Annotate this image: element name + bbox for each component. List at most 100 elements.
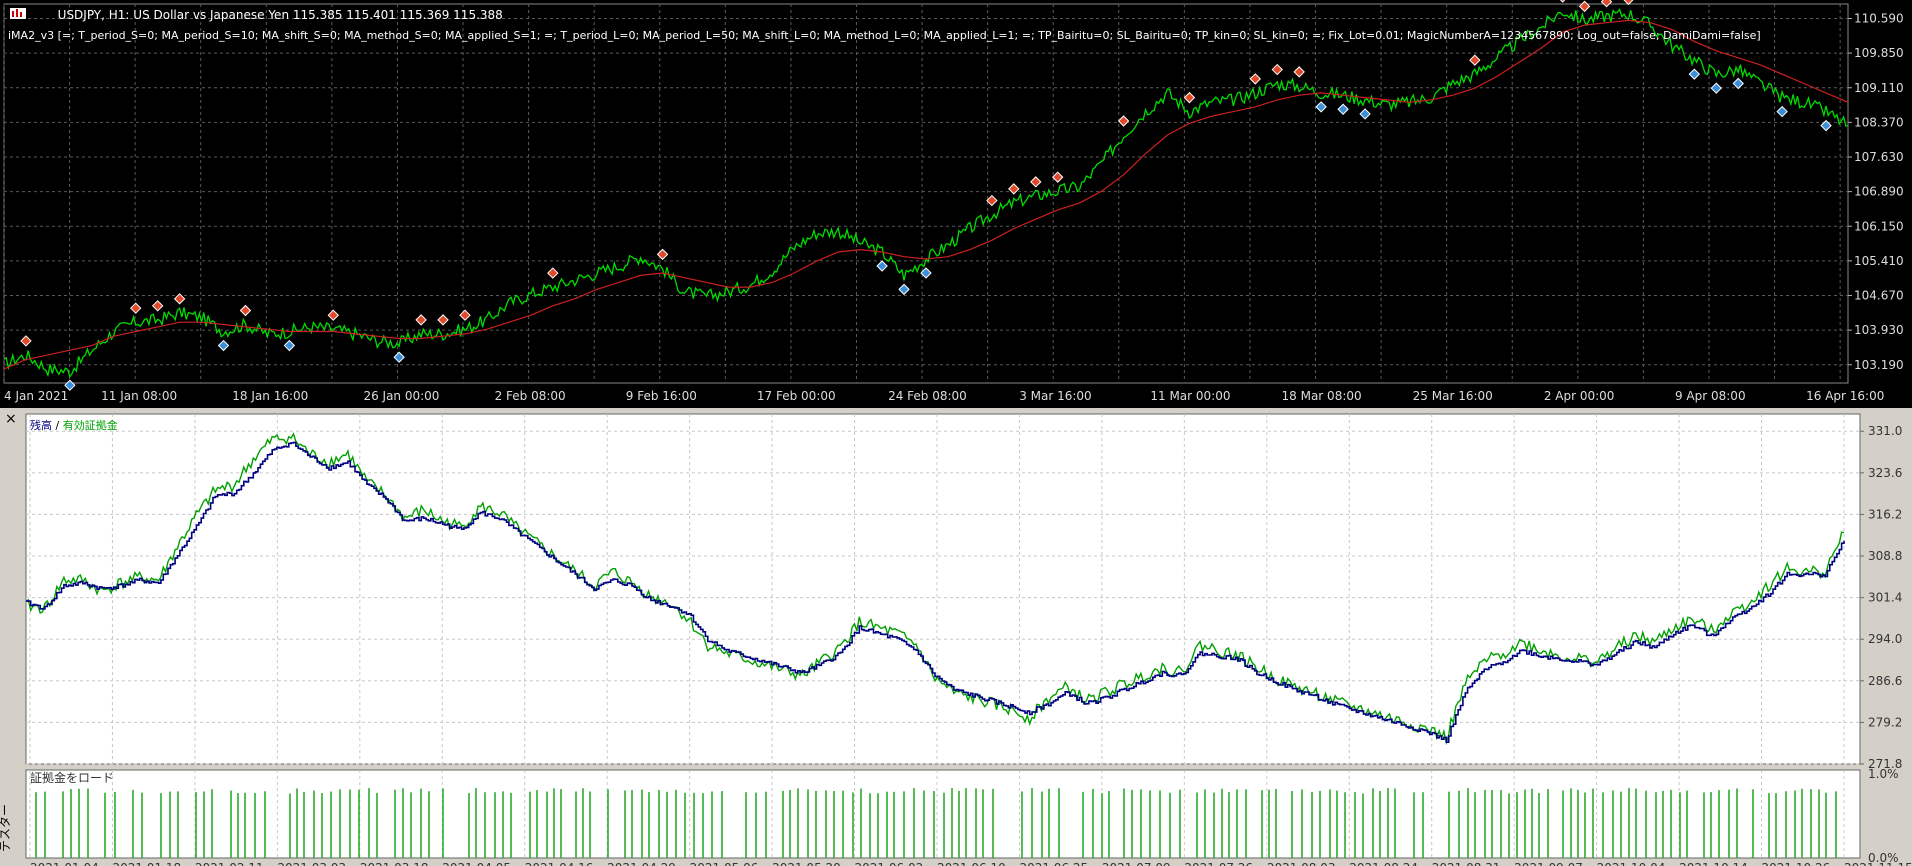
x-tick-label: 2021.07.26	[1184, 861, 1253, 866]
sell-marker	[1600, 0, 1613, 8]
y-tick-label: 107.630	[1854, 150, 1904, 164]
x-tick-label: 2021.08.03	[1267, 861, 1336, 866]
equity-plot-area	[25, 413, 1861, 765]
sell-arrow-icon	[437, 314, 449, 326]
x-tick-label: 2021.05.06	[690, 861, 759, 866]
x-tick-label: 2021.04.29	[607, 861, 676, 866]
indicator-params: iMA2_v3 [=; T_period_S=0; MA_period_S=10…	[8, 29, 1761, 42]
legend-equity: 有効証拠金	[63, 418, 118, 432]
x-tick-label: 3 Mar 16:00	[1019, 389, 1092, 403]
sell-marker	[173, 293, 186, 305]
price-line	[3, 8, 1849, 379]
sell-arrow-icon	[1052, 171, 1064, 183]
x-tick-label: 2021.10.04	[1597, 861, 1666, 866]
sell-arrow-icon	[1183, 91, 1196, 104]
x-tick-label: 24 Feb 08:00	[888, 389, 967, 403]
buy-arrow-icon	[1710, 82, 1722, 94]
sell-marker	[20, 335, 32, 347]
sell-marker	[415, 314, 427, 326]
buy-marker	[1315, 101, 1327, 113]
sell-arrow-icon	[1249, 73, 1261, 85]
buy-arrow-icon	[1776, 105, 1788, 118]
sell-marker	[1030, 176, 1042, 188]
buy-arrow-icon	[898, 283, 910, 296]
x-tick-label: 11 Jan 08:00	[101, 389, 177, 403]
sell-arrow-icon	[986, 194, 998, 207]
x-tick-label: 2021.04.16	[525, 861, 594, 866]
x-tick-label: 2021.06.02	[855, 861, 924, 866]
sell-arrow-icon	[415, 314, 427, 326]
buy-arrow-icon	[1732, 77, 1744, 90]
symbol-info: USDJPY, H1: US Dollar vs Japanese Yen 11…	[10, 8, 503, 26]
buy-marker	[217, 339, 230, 352]
y-tick-label: 108.370	[1854, 115, 1904, 129]
tester-tab[interactable]: × テスター	[0, 410, 22, 866]
price-chart-panel[interactable]: 110.590 109.850 109.110 108.370 107.630 106.8…	[0, 0, 1912, 408]
y-tick-label: 316.2	[1868, 507, 1902, 521]
sell-arrow-icon	[1008, 183, 1020, 195]
y-tick-label: 286.6	[1868, 674, 1902, 688]
buy-arrow-icon	[876, 260, 888, 272]
y-tick-label: 106.150	[1854, 219, 1904, 233]
sell-arrow-icon	[1578, 0, 1591, 13]
x-tick-label: 4 Jan 2021	[4, 389, 68, 403]
margin-load-label: 証拠金をロード	[30, 770, 114, 785]
y-tick-label: 279.2	[1868, 715, 1902, 729]
x-tick-label: 2021.07.09	[1102, 861, 1171, 866]
symbol-line: USDJPY, H1: US Dollar vs Japanese Yen 11…	[57, 8, 503, 22]
buy-arrow-icon	[1315, 101, 1327, 113]
sell-marker	[547, 267, 559, 279]
x-tick-label: 16 Apr 16:00	[1806, 389, 1884, 403]
x-tick-label: 2021.10.14	[1679, 861, 1748, 866]
sell-marker	[656, 248, 669, 261]
tester-panel: × テスター 331.0 323.6 316.2 308.8 301.4 294.0 286…	[0, 410, 1912, 866]
buy-marker	[1776, 105, 1788, 118]
sell-arrow-icon	[459, 309, 471, 321]
sell-marker	[130, 302, 142, 314]
sell-arrow-icon	[1030, 176, 1042, 188]
tester-tab-label[interactable]: テスター	[0, 804, 13, 852]
x-tick-label: 11 Mar 00:00	[1150, 389, 1230, 403]
close-icon[interactable]: ×	[5, 412, 17, 426]
sell-marker	[459, 309, 471, 321]
chart-type-icon[interactable]	[10, 8, 50, 21]
buy-marker	[1337, 103, 1349, 115]
x-tick-label: 25 Mar 16:00	[1413, 389, 1493, 403]
buy-marker	[283, 339, 296, 352]
plot-frame	[3, 3, 1849, 384]
equity-chart: 331.0 323.6 316.2 308.8 301.4 294.0 286.6 279.2…	[25, 413, 1912, 866]
x-tick-label: 9 Feb 16:00	[626, 389, 697, 403]
x-tick-label: 2021.09.07	[1514, 861, 1583, 866]
legend-separator: /	[52, 419, 63, 432]
price-chart[interactable]: 110.590 109.850 109.110 108.370 107.630 106.8…	[0, 0, 1912, 408]
buy-arrow-icon	[1359, 108, 1371, 120]
y-tick-label: 323.6	[1868, 466, 1902, 480]
sell-arrow-icon	[151, 300, 164, 312]
sell-arrow-icon	[20, 335, 32, 347]
x-tick-label: 18 Jan 16:00	[232, 389, 308, 403]
x-tick-label: 2021.04.05	[442, 861, 511, 866]
x-tick-label: 2021.08.24	[1349, 861, 1418, 866]
sell-marker	[1469, 54, 1481, 66]
sell-arrow-icon	[1559, 0, 1566, 3]
buy-arrow-icon	[1337, 103, 1349, 115]
sell-arrow-icon	[173, 293, 186, 305]
y-tick-label: 308.8	[1868, 549, 1902, 563]
sell-marker	[1008, 183, 1020, 195]
buy-marker	[1688, 68, 1701, 80]
chart-legend: 残高 / 有効証拠金	[30, 418, 118, 432]
sell-arrow-icon	[547, 267, 559, 279]
buy-arrow-icon	[217, 339, 230, 352]
x-tick-label: 2021.06.25	[1019, 861, 1088, 866]
sell-marker	[1052, 171, 1064, 183]
x-tick-label: 18 Mar 08:00	[1282, 389, 1362, 403]
sell-marker	[1578, 0, 1591, 13]
sell-arrow-icon	[656, 248, 669, 261]
sell-arrow-icon	[1469, 54, 1481, 66]
sell-marker	[1183, 91, 1196, 104]
y-tick-label: 301.4	[1868, 591, 1902, 605]
y-tick-label: 109.110	[1854, 81, 1904, 95]
buy-marker	[1732, 77, 1744, 90]
y-tick-label: 331.0	[1868, 424, 1902, 438]
sell-marker	[437, 314, 449, 326]
